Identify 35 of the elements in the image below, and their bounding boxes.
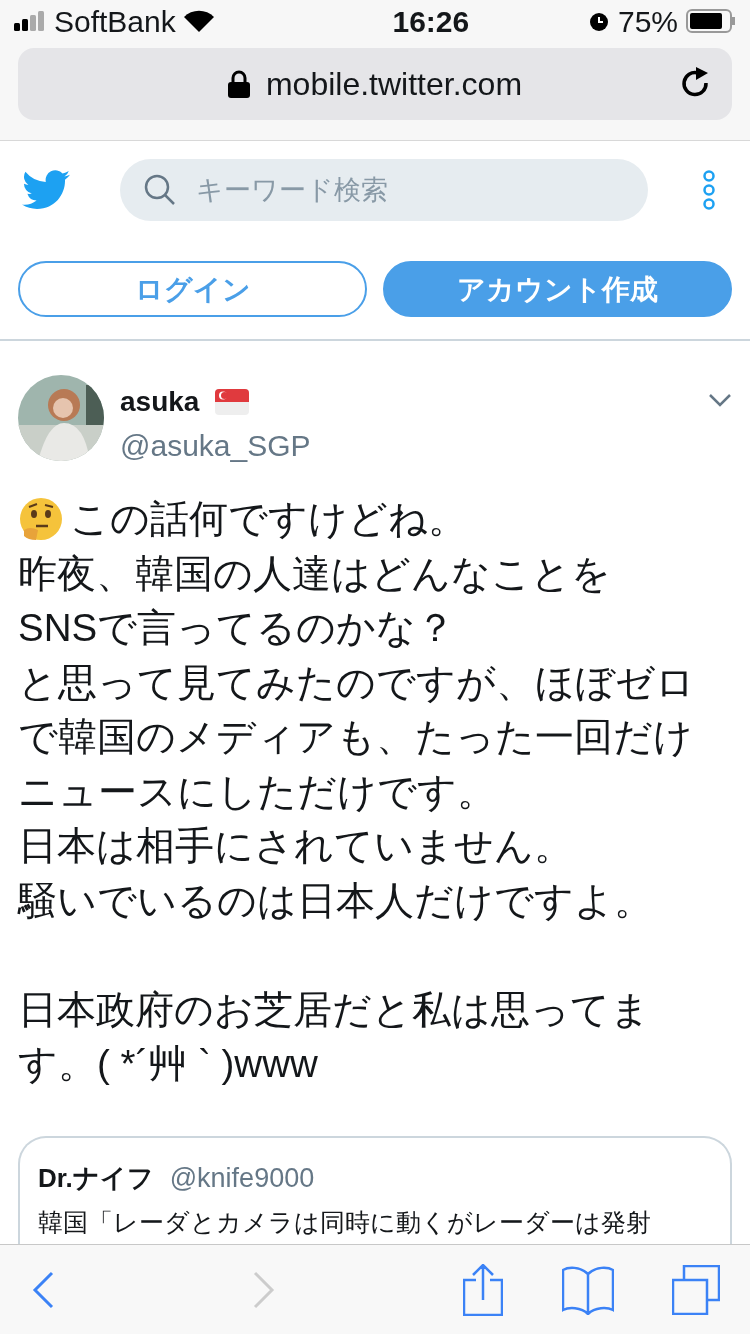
flag-icon [215, 389, 250, 415]
tweet-text-line: この話何ですけどね。 [70, 496, 467, 542]
lock-icon [227, 70, 250, 98]
tweet-text-line: と思って見てみたのですが、ほぼゼロ [18, 659, 695, 706]
share-icon[interactable] [463, 1263, 503, 1316]
tweet-text-line: 騒いでいるのは日本人だけですよ。 [18, 877, 653, 924]
tabs-icon[interactable] [672, 1264, 720, 1315]
clock-time: 16:26 [392, 3, 470, 40]
battery-icon [686, 9, 736, 33]
chevron-down-icon[interactable] [708, 393, 732, 407]
carrier-name: SoftBank [54, 3, 176, 40]
quoted-name: Dr.ナイフ [38, 1161, 154, 1195]
battery-percent: 75% [617, 3, 678, 40]
more-icon[interactable] [702, 170, 716, 210]
quoted-handle: @knife9000 [169, 1161, 315, 1195]
wifi-icon [183, 10, 214, 32]
tweet-text-line: ニュースにしただけです。 [18, 768, 496, 815]
tweet-text-line: SNSで言ってるのかな？ [18, 605, 456, 651]
tweet-text-line: 日本政府のお芝居だと私は思ってま [18, 986, 650, 1033]
tweet-text-line: で韓国のメディアも、たった一回だけ [18, 714, 693, 760]
user-handle[interactable]: @asuka_SGP [120, 423, 708, 468]
url-text: mobile.twitter.com [265, 65, 523, 104]
bird-logo[interactable] [22, 170, 70, 210]
address-bar[interactable]: mobile.twitter.com [18, 48, 732, 120]
alarm-icon [587, 10, 610, 32]
signal-icon [14, 11, 46, 31]
tweet-text-line: す。( *´艸 ` )www [18, 1041, 318, 1087]
quoted-text: 韓国「レーダとカメラは同時に動くがレーダーは発射 [38, 1207, 652, 1238]
tweet-text-line: 日本は相手にされていません。 [18, 823, 573, 869]
tweet-text-line: 昨夜、韓国の人達はどんなことを [18, 550, 611, 597]
thinking-face-icon [18, 496, 64, 543]
bookmarks-icon[interactable] [561, 1264, 614, 1315]
back-icon[interactable] [32, 1270, 54, 1309]
display-name[interactable]: asuka [120, 381, 200, 423]
search-field[interactable]: キーワード検索 [120, 159, 648, 221]
